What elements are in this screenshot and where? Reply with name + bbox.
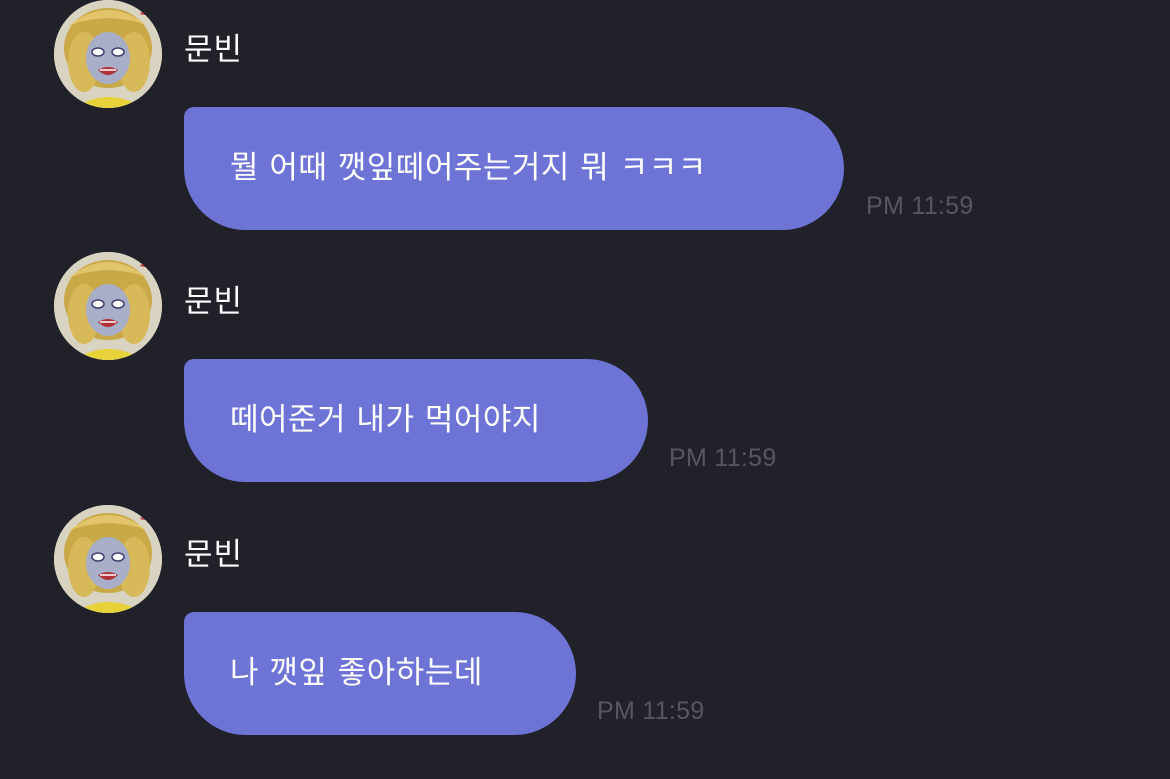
message-text: 뭘 어때 깻잎떼어주는거지 뭐 ㅋㅋㅋ (230, 150, 707, 186)
profile-avatar-image (54, 0, 162, 108)
chat-message-list: 문빈 뭘 어때 깻잎떼어주는거지 뭐 ㅋㅋㅋ PM 11:59 문빈 떼어준거 … (0, 0, 1170, 779)
sender-name: 문빈 (184, 32, 244, 68)
chat-message: 문빈 떼어준거 내가 먹어야지 PM 11:59 (0, 252, 1170, 492)
profile-avatar-image (54, 505, 162, 613)
message-timestamp: PM 11:59 (669, 444, 777, 472)
message-bubble[interactable]: 떼어준거 내가 먹어야지 (184, 359, 648, 482)
message-text: 떼어준거 내가 먹어야지 (230, 402, 541, 438)
sender-name: 문빈 (184, 284, 244, 320)
message-bubble[interactable]: 뭘 어때 깻잎떼어주는거지 뭐 ㅋㅋㅋ (184, 107, 844, 230)
profile-avatar-image (54, 252, 162, 360)
avatar[interactable] (54, 0, 162, 108)
chat-message: 문빈 나 깻잎 좋아하는데 PM 11:59 (0, 505, 1170, 745)
sender-name: 문빈 (184, 537, 244, 573)
message-timestamp: PM 11:59 (597, 697, 705, 725)
avatar[interactable] (54, 505, 162, 613)
message-timestamp: PM 11:59 (866, 192, 974, 220)
message-text: 나 깻잎 좋아하는데 (230, 655, 483, 691)
chat-message: 문빈 뭘 어때 깻잎떼어주는거지 뭐 ㅋㅋㅋ PM 11:59 (0, 0, 1170, 240)
avatar[interactable] (54, 252, 162, 360)
message-bubble[interactable]: 나 깻잎 좋아하는데 (184, 612, 576, 735)
